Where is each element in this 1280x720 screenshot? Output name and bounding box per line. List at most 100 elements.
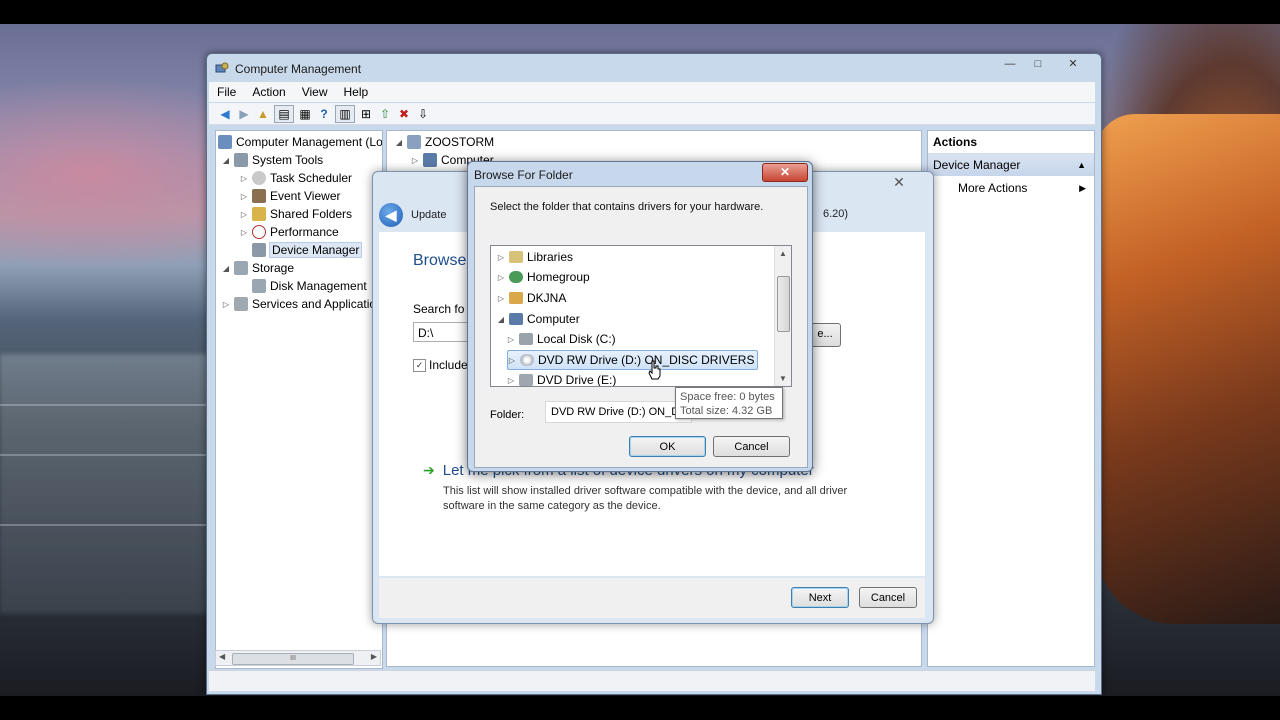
- tree-item-computer-management[interactable]: Computer Management (Lo: [218, 133, 383, 151]
- expand-arrow-icon[interactable]: ▷: [222, 300, 230, 309]
- scroll-thumb[interactable]: III: [232, 653, 354, 665]
- folder-item-libraries[interactable]: ▷ Libraries: [497, 248, 573, 266]
- window-controls: — □ ✕: [997, 55, 1093, 72]
- collapse-arrow-icon[interactable]: ◢: [395, 138, 403, 147]
- minimize-button[interactable]: —: [997, 55, 1023, 72]
- back-arrow-icon[interactable]: ◀: [217, 106, 233, 122]
- folder-item-computer[interactable]: ◢ Computer: [497, 310, 580, 328]
- hand-cursor-icon: [648, 360, 661, 380]
- collapse-arrow-icon[interactable]: ◢: [222, 156, 230, 165]
- device-root-label: ZOOSTORM: [425, 135, 495, 149]
- properties-icon[interactable]: ▦: [297, 106, 313, 122]
- tree-item-label: Computer Management (Lo: [236, 135, 383, 149]
- forward-arrow-icon[interactable]: ▶: [236, 106, 252, 122]
- folder-label: DVD RW Drive (D:) ON_DISC DRIVERS: [538, 353, 755, 367]
- menu-view[interactable]: View: [294, 85, 336, 99]
- folder-item-user[interactable]: ▷ DKJNA: [497, 289, 566, 307]
- include-subfolders-row[interactable]: ✓ Include: [413, 358, 468, 372]
- expand-arrow-icon[interactable]: ▷: [497, 273, 505, 282]
- scroll-thumb[interactable]: [777, 276, 790, 332]
- tree-item-task-scheduler[interactable]: ▷ Task Scheduler: [240, 169, 352, 187]
- menu-file[interactable]: File: [209, 85, 244, 99]
- browse-heading: Browse: [413, 252, 467, 269]
- expand-arrow-icon[interactable]: ▷: [240, 174, 248, 183]
- tree-item-shared-folders[interactable]: ▷ Shared Folders: [240, 205, 352, 223]
- menu-help[interactable]: Help: [336, 85, 377, 99]
- action-pane-icon[interactable]: ▥: [335, 104, 355, 123]
- tree-item-disk-management[interactable]: Disk Management: [252, 277, 367, 295]
- scroll-left-icon[interactable]: ◀: [219, 652, 225, 661]
- expand-arrow-icon[interactable]: ▷: [411, 156, 419, 165]
- tree-item-system-tools[interactable]: ◢ System Tools: [222, 151, 323, 169]
- scroll-down-icon[interactable]: ▼: [779, 374, 787, 383]
- tree-item-event-viewer[interactable]: ▷ Event Viewer: [240, 187, 340, 205]
- tree-item-performance[interactable]: ▷ Performance: [240, 223, 339, 241]
- folder-item-homegroup[interactable]: ▷ Homegroup: [497, 268, 590, 286]
- expand-arrow-icon[interactable]: ▷: [240, 228, 248, 237]
- clock-icon: [252, 171, 266, 185]
- event-viewer-icon: [252, 189, 266, 203]
- expand-arrow-icon[interactable]: ▷: [497, 253, 505, 262]
- next-button[interactable]: Next: [791, 587, 849, 608]
- console-tree: Computer Management (Lo ◢ System Tools ▷…: [215, 130, 383, 669]
- folder-field-value[interactable]: DVD RW Drive (D:) ON_D: [545, 401, 692, 423]
- wizard-close-button[interactable]: ✕: [879, 174, 919, 191]
- menu-bar: File Action View Help: [209, 82, 1095, 102]
- folder-tree-scrollbar[interactable]: ▲ ▼: [774, 246, 791, 386]
- tools-icon: [234, 153, 248, 167]
- dialog-cancel-button[interactable]: Cancel: [713, 436, 790, 457]
- expand-arrow-icon[interactable]: ▷: [497, 294, 505, 303]
- tree-item-services-applications[interactable]: ▷ Services and Applicatio: [222, 295, 376, 313]
- back-arrow-icon[interactable]: ◀: [379, 203, 403, 227]
- browse-button[interactable]: e...: [809, 323, 841, 347]
- expand-arrow-icon[interactable]: ▷: [240, 192, 248, 201]
- actions-header: Actions: [928, 131, 1094, 154]
- folder-item-dvd-rw-drive[interactable]: ▷ DVD RW Drive (D:) ON_DISC DRIVERS: [507, 350, 759, 370]
- collapse-arrow-icon[interactable]: ◢: [222, 264, 230, 273]
- folder-label: Local Disk (C:): [537, 332, 616, 346]
- show-hide-tree-icon[interactable]: ▤: [274, 104, 294, 123]
- more-actions-label: More Actions: [958, 181, 1028, 195]
- wizard-caption: Update: [411, 209, 447, 221]
- up-folder-icon[interactable]: ▲: [255, 106, 271, 122]
- wizard-cancel-button[interactable]: Cancel: [859, 587, 917, 608]
- tree-item-label: Disk Management: [270, 279, 367, 293]
- more-actions-item[interactable]: More Actions ▶: [928, 176, 1094, 200]
- collapse-up-icon[interactable]: ▲: [1077, 160, 1086, 170]
- tree-item-storage[interactable]: ◢ Storage: [222, 259, 294, 277]
- maximize-button[interactable]: □: [1025, 55, 1051, 72]
- services-icon: [234, 297, 248, 311]
- dialog-close-button[interactable]: ✕: [762, 163, 808, 182]
- tree-item-device-manager[interactable]: Device Manager: [252, 241, 363, 259]
- uninstall-icon[interactable]: ✖: [396, 106, 412, 122]
- enable-device-icon[interactable]: ⇩: [415, 106, 431, 122]
- dialog-title: Browse For Folder: [474, 168, 573, 182]
- wallpaper-ripple: [0, 454, 210, 456]
- include-subfolders-checkbox[interactable]: ✓: [413, 358, 426, 372]
- folder-item-dvd-drive[interactable]: ▷ DVD Drive (E:): [507, 371, 616, 386]
- scan-hardware-icon[interactable]: ⊞: [358, 106, 374, 122]
- update-driver-icon[interactable]: ⇧: [377, 106, 393, 122]
- menu-action[interactable]: Action: [244, 85, 293, 99]
- expand-arrow-icon[interactable]: ▷: [508, 356, 516, 365]
- help-icon[interactable]: ?: [316, 106, 332, 122]
- tooltip-total-size: Total size: 4.32 GB: [680, 405, 773, 417]
- scroll-up-icon[interactable]: ▲: [779, 249, 787, 258]
- actions-section-label: Device Manager: [933, 158, 1021, 172]
- actions-section-device-manager[interactable]: Device Manager ▲: [928, 154, 1094, 176]
- collapse-arrow-icon[interactable]: ◢: [497, 315, 505, 324]
- ok-button[interactable]: OK: [629, 436, 706, 457]
- expand-arrow-icon[interactable]: ▷: [507, 376, 515, 385]
- expand-arrow-icon[interactable]: ▷: [507, 335, 515, 344]
- tree-horizontal-scrollbar[interactable]: ◀ III ▶: [215, 650, 381, 666]
- window-title: Computer Management: [235, 62, 362, 76]
- close-button[interactable]: ✕: [1053, 55, 1093, 72]
- title-bar[interactable]: Computer Management: [215, 60, 361, 78]
- tree-item-label: Event Viewer: [270, 189, 341, 203]
- tree-item-label: Task Scheduler: [270, 171, 353, 185]
- device-root[interactable]: ◢ ZOOSTORM: [395, 133, 494, 151]
- folder-item-local-disk[interactable]: ▷ Local Disk (C:): [507, 330, 616, 348]
- folder-label: Libraries: [527, 250, 574, 264]
- scroll-right-icon[interactable]: ▶: [371, 652, 377, 661]
- expand-arrow-icon[interactable]: ▷: [240, 210, 248, 219]
